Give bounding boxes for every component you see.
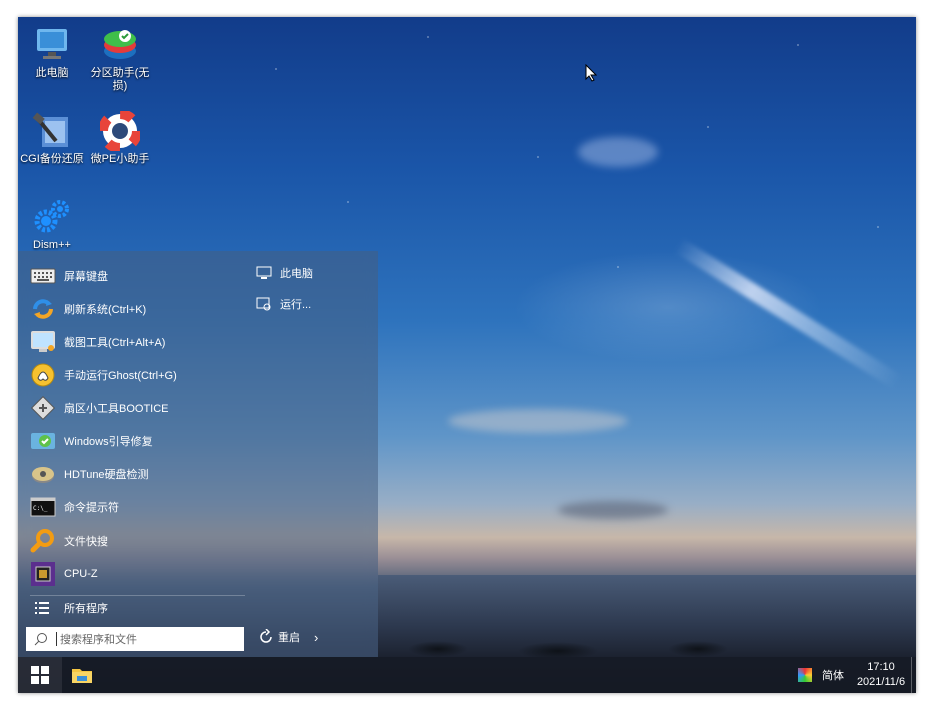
- text-cursor: [56, 632, 57, 646]
- start-app-label: 截图工具(Ctrl+Alt+A): [64, 337, 166, 349]
- cmd-icon: C:\_: [30, 494, 56, 520]
- cpu-icon: [30, 561, 56, 587]
- start-app-cpuz[interactable]: CPU-Z: [30, 559, 98, 589]
- taskbar: 简体 17:10 2021/11/6: [18, 657, 916, 693]
- start-app-label: HDTune硬盘检测: [64, 469, 149, 481]
- clock[interactable]: 17:10 2021/11/6: [850, 660, 912, 690]
- restart-icon: [260, 629, 272, 643]
- start-menu: 屏幕键盘 刷新系统(Ctrl+K) 截图工具(Ctrl+Alt+A) 手动运行G…: [18, 251, 378, 657]
- search-icon: [34, 633, 47, 646]
- hdd-icon: [30, 461, 56, 487]
- desktop-icon-wepe-helper[interactable]: 微PE小助手: [88, 109, 152, 166]
- restart-button[interactable]: 重启 ›: [258, 629, 318, 645]
- clock-date: 2021/11/6: [856, 676, 906, 688]
- start-right-label: 此电脑: [280, 268, 313, 280]
- start-button[interactable]: [18, 657, 62, 693]
- wallpaper-cloud: [558, 501, 668, 519]
- start-app-ghost[interactable]: 手动运行Ghost(Ctrl+G): [30, 360, 177, 390]
- monitor-icon: [32, 25, 72, 65]
- chevron-right-icon[interactable]: ›: [314, 630, 318, 645]
- start-app-refresh-system[interactable]: 刷新系统(Ctrl+K): [30, 294, 146, 324]
- start-app-screenshot[interactable]: 截图工具(Ctrl+Alt+A): [30, 327, 165, 357]
- desktop-icon-cgi-backup[interactable]: CGI备份还原: [20, 111, 84, 166]
- desktop-icon-label: 微PE小助手: [90, 153, 150, 165]
- magnifier-icon: [30, 528, 56, 554]
- desktop-icon-dism[interactable]: Dism++: [20, 197, 84, 252]
- boot-repair-icon: [30, 428, 56, 454]
- refresh-icon: [30, 296, 56, 322]
- start-app-windows-boot-repair[interactable]: Windows引导修复: [30, 426, 153, 456]
- start-search-box[interactable]: 搜索程序和文件: [26, 627, 244, 651]
- start-app-file-search[interactable]: 文件快搜: [30, 526, 108, 556]
- start-app-label: 刷新系统(Ctrl+K): [64, 304, 147, 316]
- start-app-label: Windows引导修复: [64, 436, 153, 448]
- folder-icon: [72, 669, 92, 683]
- taskbar-file-explorer[interactable]: [70, 663, 94, 687]
- start-app-label: 屏幕键盘: [64, 271, 108, 283]
- mouse-cursor-icon: [585, 64, 597, 82]
- windows-logo-icon: [31, 666, 49, 684]
- bootice-icon: [30, 395, 56, 421]
- wallpaper-cloud: [578, 137, 658, 167]
- run-icon: [256, 297, 272, 311]
- desktop-icon-this-pc[interactable]: 此电脑: [20, 25, 84, 80]
- start-right-run[interactable]: 运行...: [256, 296, 311, 312]
- start-app-command-prompt[interactable]: C:\_ 命令提示符: [30, 492, 119, 522]
- tray-color-icon[interactable]: [798, 668, 812, 682]
- desktop-icon-label: 此电脑: [35, 67, 69, 79]
- all-programs-button[interactable]: 所有程序: [30, 593, 108, 623]
- gears-icon: [32, 197, 72, 237]
- start-app-label: 文件快搜: [64, 536, 108, 548]
- rocks: [378, 639, 916, 657]
- desktop-screen: 此电脑 分区助手(无损) CGI备份还原 微PE小助手 Dism++ 屏幕键盘 …: [18, 17, 916, 693]
- partition-assistant-icon: [100, 25, 140, 65]
- desktop-icon-partition-assistant[interactable]: 分区助手(无损): [88, 25, 152, 93]
- show-desktop-button[interactable]: [911, 657, 916, 693]
- cgi-backup-icon: [32, 111, 72, 151]
- start-app-label: CPU-Z: [64, 568, 98, 580]
- computer-icon: [256, 266, 272, 280]
- start-app-label: 命令提示符: [64, 502, 119, 514]
- all-programs-label: 所有程序: [64, 603, 108, 615]
- start-right-this-pc[interactable]: 此电脑: [256, 265, 313, 281]
- ime-indicator[interactable]: 简体: [822, 667, 844, 683]
- start-app-hdtune[interactable]: HDTune硬盘检测: [30, 459, 149, 489]
- keyboard-icon: [30, 263, 56, 289]
- list-icon: [30, 595, 56, 621]
- ghost-icon: [30, 362, 56, 388]
- svg-text:C:\_: C:\_: [33, 505, 48, 512]
- start-app-onscreen-keyboard[interactable]: 屏幕键盘: [30, 261, 108, 291]
- start-app-bootice[interactable]: 扇区小工具BOOTICE: [30, 393, 169, 423]
- start-app-label: 手动运行Ghost(Ctrl+G): [64, 370, 177, 382]
- restart-label: 重启: [278, 632, 300, 644]
- clock-time: 17:10: [867, 661, 895, 673]
- lifebuoy-icon: [98, 109, 142, 153]
- start-app-label: 扇区小工具BOOTICE: [64, 403, 169, 415]
- wallpaper-cloud: [448, 409, 628, 433]
- desktop-icon-label: 分区助手(无损): [90, 67, 150, 92]
- start-right-label: 运行...: [280, 299, 312, 311]
- desktop-icon-label: CGI备份还原: [20, 153, 84, 165]
- search-placeholder: 搜索程序和文件: [60, 634, 137, 646]
- screenshot-icon: [30, 329, 56, 355]
